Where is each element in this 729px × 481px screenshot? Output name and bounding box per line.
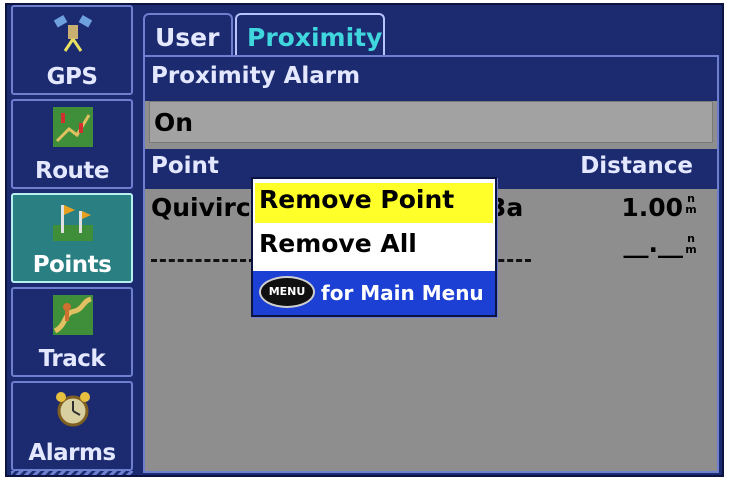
distance-unit: nm [685,232,697,256]
sidebar-item-route[interactable]: Route [11,99,133,189]
track-icon [53,295,93,335]
tab-label: User [155,23,220,52]
sidebar-item-alarms[interactable]: Alarms [11,381,133,471]
sidebar-item-track[interactable]: Track [11,287,133,377]
point-distance: __.__ [623,229,684,258]
tab-label: Proximity [247,23,383,52]
sidebar-item-label: Alarms [28,440,116,466]
proximity-alarm-field[interactable]: On [149,101,713,143]
distance-unit: nm [685,192,697,216]
alarm-clock-icon [56,392,90,427]
tab-proximity[interactable]: Proximity [235,13,385,57]
options-popup-menu: Remove Point Remove All MENU for Main Me… [251,177,497,317]
remove-all-menu-item[interactable]: Remove All [255,227,493,267]
tab-user[interactable]: User [143,13,233,57]
proximity-alarm-label: Proximity Alarm [151,63,361,89]
sidebar-item-label: GPS [46,64,98,90]
sidebar-item-label: Route [35,158,109,184]
sidebar-edge [11,471,133,475]
sidebar: GPS Route Points Track Alarms [11,5,133,475]
point-name: Quivirc [151,193,251,222]
remove-point-menu-item[interactable]: Remove Point [255,183,493,223]
sidebar-item-gps[interactable]: GPS [11,5,133,95]
alarm-header: Proximity Alarm [145,57,717,101]
menu-key-icon: MENU [259,276,315,308]
sidebar-item-label: Points [32,252,112,278]
satellite-icon [53,15,93,52]
sidebar-item-label: Track [38,346,106,372]
device-screen: GPS Route Points Track Alarms User Proxi… [5,3,724,477]
point-column-header: Point [151,153,219,179]
popup-footer: MENU for Main Menu [253,271,495,315]
main-menu-hint: for Main Menu [321,281,484,305]
sidebar-item-points[interactable]: Points [11,193,133,283]
flags-icon [53,205,93,241]
distance-column-header: Distance [580,153,693,179]
route-icon [53,107,93,147]
point-distance: 1.00 [621,193,683,222]
